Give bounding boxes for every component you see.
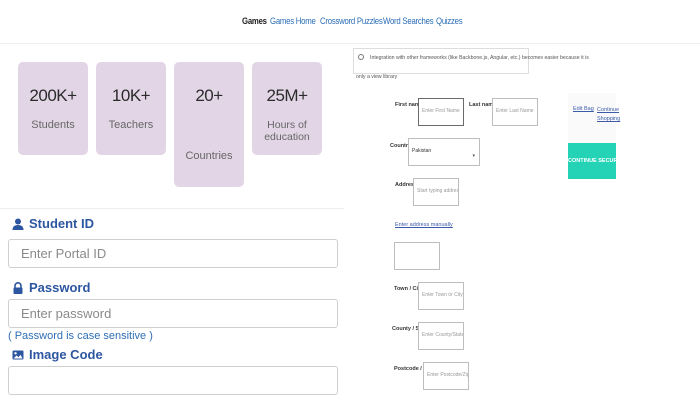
address-manual-input[interactable] (394, 242, 440, 270)
lock-icon (12, 281, 24, 294)
stat-value: 20+ (195, 86, 223, 105)
enter-address-manually-link[interactable]: Enter address manually (395, 222, 453, 228)
nav-crossword-puzzles[interactable]: Crossword Puzzles (320, 16, 383, 27)
continue-securely-button[interactable]: CONTINUE SECURELY (568, 143, 628, 179)
note-radio[interactable] (358, 54, 364, 60)
divider (0, 208, 344, 209)
image-icon (12, 349, 24, 361)
password-label: Password (12, 280, 90, 295)
password-hint: ( Password is case sensitive ) (8, 330, 153, 342)
stat-label: Hours of education (264, 119, 310, 143)
stat-label: Countries (185, 150, 233, 162)
stat-card-countries: 20+ Countries (174, 62, 244, 187)
password-label-text: Password (29, 280, 91, 295)
student-id-label-text: Student ID (29, 216, 94, 231)
stat-value: 25M+ (266, 86, 309, 105)
user-icon (12, 218, 24, 230)
stat-card-teachers: 10K+ Teachers (96, 62, 166, 155)
stat-value: 10K+ (111, 86, 151, 105)
last-name-input[interactable]: Enter Last Name (492, 98, 538, 126)
stat-card-hours: 25M+ Hours of education (252, 62, 322, 155)
town-input[interactable]: Enter Town or City (418, 282, 464, 310)
page: Games Games Home Crossword Puzzles Word … (0, 0, 700, 400)
top-nav: Games Games Home Crossword Puzzles Word … (0, 0, 700, 44)
image-code-label: Image Code (12, 347, 103, 362)
nav-quizzes[interactable]: Quizzes (436, 16, 463, 27)
chevron-down-icon: ▾ (472, 153, 475, 159)
nav-games[interactable]: Games (242, 16, 267, 27)
nav-games-home[interactable]: Games Home (270, 16, 316, 27)
login-panel: 200K+ Students 10K+ Teachers 20+ Countri… (0, 45, 344, 400)
edit-bag-link[interactable]: Edit Bag (573, 106, 594, 112)
student-id-input[interactable]: Enter Portal ID (8, 239, 338, 268)
stat-value: 200K+ (29, 86, 77, 105)
note-text: Integration with other frameworks (like … (370, 55, 589, 61)
password-input[interactable]: Enter password (8, 299, 338, 328)
continue-shopping-link[interactable]: Continue Shopping (597, 106, 620, 124)
student-id-label: Student ID (12, 216, 94, 231)
checkout-panel: Integration with other frameworks (like … (350, 45, 700, 400)
image-code-input[interactable] (8, 366, 338, 395)
country-select[interactable]: Pakistan ▾ (408, 138, 480, 166)
stat-label: Teachers (108, 119, 154, 131)
country-select-value: Pakistan (412, 148, 432, 154)
nav-word-searches[interactable]: Word Searches (383, 16, 434, 27)
framework-note: Integration with other frameworks (like … (353, 48, 589, 74)
note-text-continued: only a view library (356, 74, 398, 80)
image-code-label-text: Image Code (29, 347, 103, 362)
first-name-input[interactable]: Enter First Name (418, 98, 464, 126)
stat-card-students: 200K+ Students (18, 62, 88, 155)
address-input[interactable]: Start typing address (413, 178, 459, 206)
postcode-input[interactable]: Enter Postcode/Zip (423, 362, 469, 390)
stat-label: Students (31, 119, 75, 131)
county-input[interactable]: Enter County/State (418, 322, 464, 350)
